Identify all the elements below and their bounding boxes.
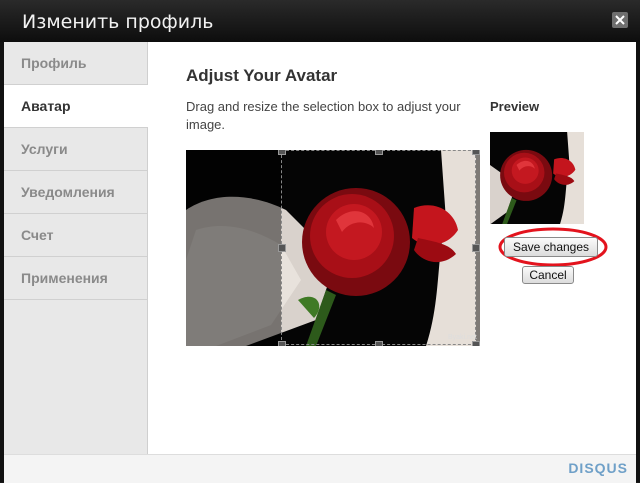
dialog-body: Профиль Аватар Услуги Уведомления Счет П…	[4, 42, 636, 454]
sidebar-item-notifications[interactable]: Уведомления	[4, 171, 147, 214]
sidebar-nav: Профиль Аватар Услуги Уведомления Счет П…	[4, 42, 148, 454]
crop-selection-box[interactable]	[278, 150, 480, 346]
footer: DISQUS	[4, 454, 636, 483]
sidebar-item-avatar[interactable]: Аватар	[4, 85, 148, 128]
resize-handle-s[interactable]	[375, 341, 383, 346]
resize-handle-se[interactable]	[472, 341, 480, 346]
sidebar-item-label: Счет	[21, 227, 54, 243]
instructions-text: Drag and resize the selection box to adj…	[186, 99, 461, 132]
preview-label: Preview	[490, 99, 540, 114]
edit-profile-dialog: Изменить профиль Профиль Аватар Услуги У…	[0, 0, 640, 483]
resize-handle-ne[interactable]	[472, 150, 480, 155]
resize-handle-nw[interactable]	[278, 150, 286, 155]
resize-handle-n[interactable]	[375, 150, 383, 155]
resize-handle-e[interactable]	[472, 244, 480, 252]
resize-handle-sw[interactable]	[278, 341, 286, 346]
cancel-button[interactable]: Cancel	[522, 266, 574, 284]
image-watermark: Byaki.net	[448, 334, 477, 341]
resize-handle-w[interactable]	[278, 244, 286, 252]
sidebar-item-profile[interactable]: Профиль	[4, 42, 147, 85]
page-title: Adjust Your Avatar	[186, 66, 338, 85]
save-changes-button[interactable]: Save changes	[504, 237, 598, 257]
titlebar: Изменить профиль	[0, 0, 640, 42]
crop-outside-shade	[186, 150, 281, 346]
sidebar-item-label: Уведомления	[21, 184, 115, 200]
avatar-crop-image[interactable]: Byaki.net	[186, 150, 480, 346]
close-icon[interactable]	[612, 12, 628, 28]
avatar-preview	[490, 132, 584, 224]
sidebar-item-applications[interactable]: Применения	[4, 257, 147, 300]
sidebar-item-label: Профиль	[21, 55, 87, 71]
avatar-editor: Adjust Your Avatar Drag and resize the s…	[148, 42, 636, 454]
sidebar-item-label: Применения	[21, 270, 108, 286]
preview-image	[490, 132, 584, 224]
disqus-logo[interactable]: DISQUS	[568, 460, 628, 476]
sidebar-item-account[interactable]: Счет	[4, 214, 147, 257]
sidebar-item-services[interactable]: Услуги	[4, 128, 147, 171]
sidebar-item-label: Аватар	[21, 98, 71, 114]
dialog-title: Изменить профиль	[22, 11, 214, 33]
sidebar-item-label: Услуги	[21, 141, 68, 157]
